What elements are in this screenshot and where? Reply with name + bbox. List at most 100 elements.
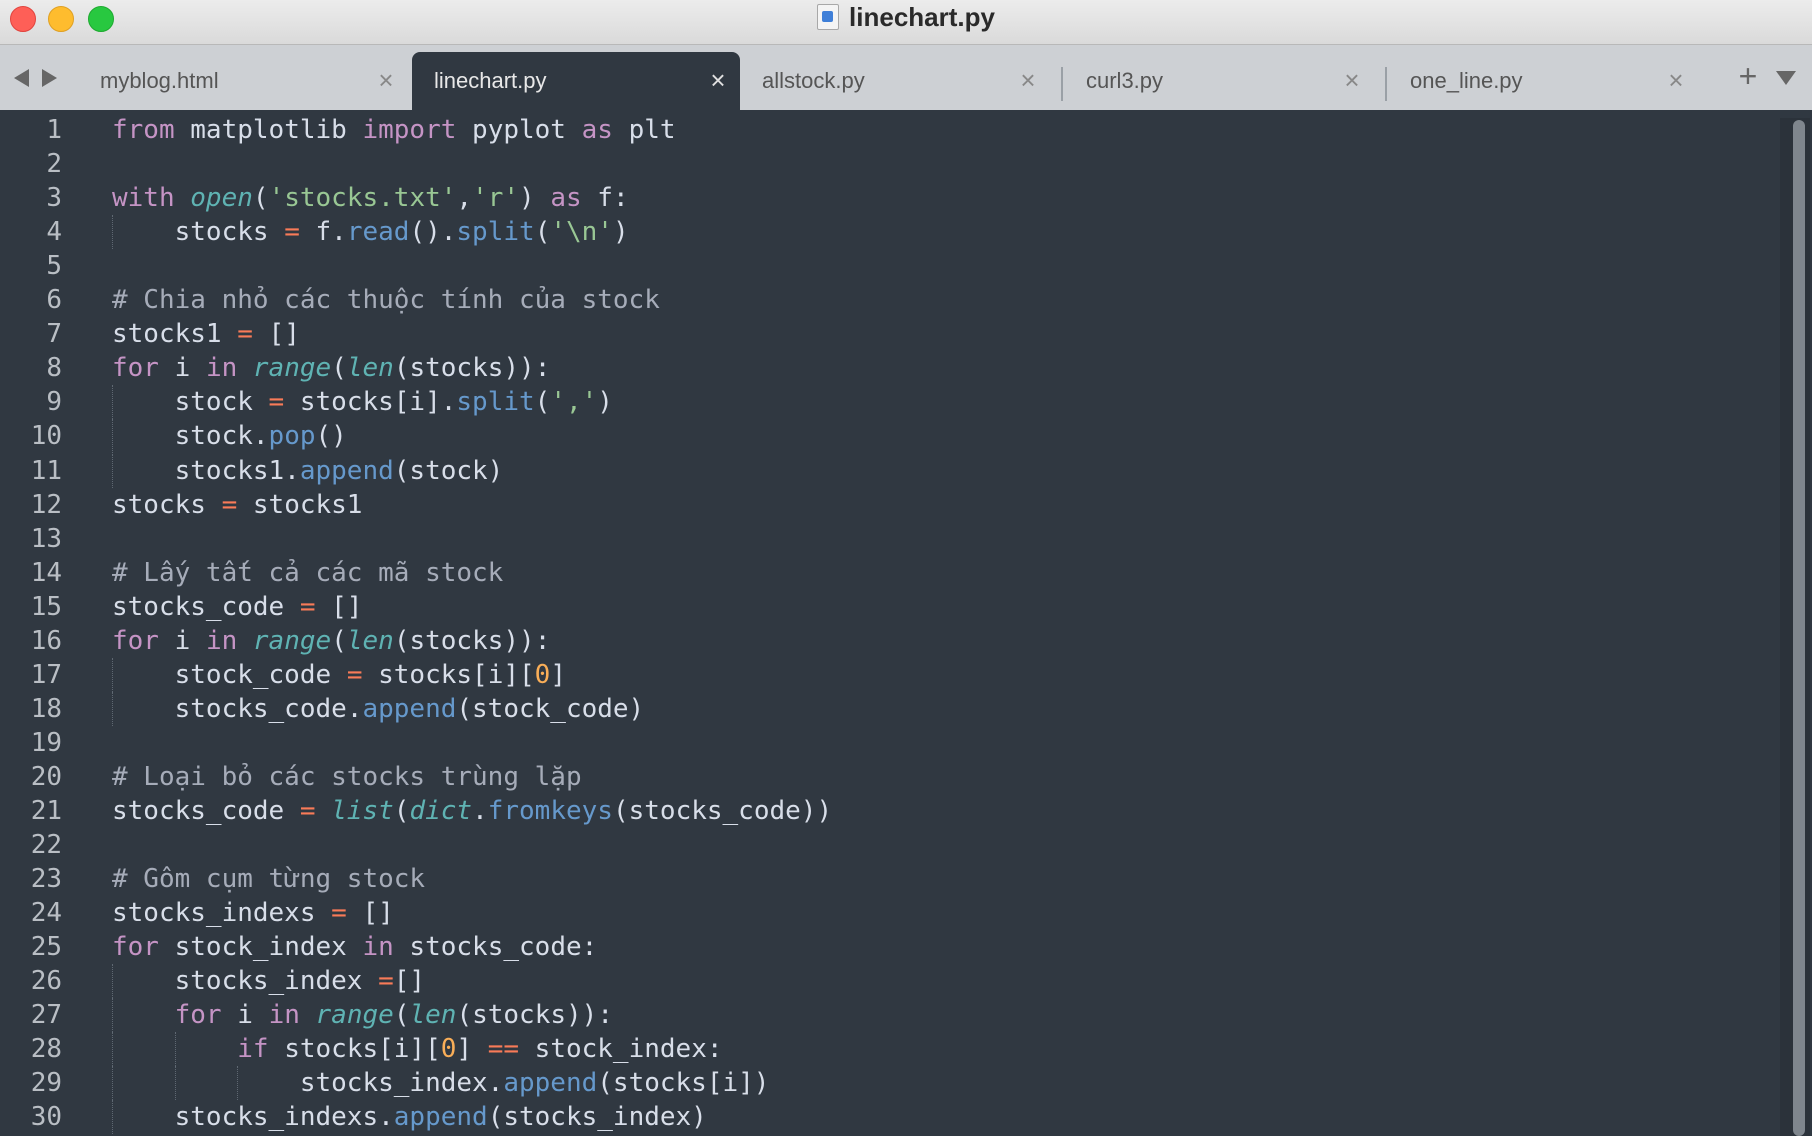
code-line[interactable]: with open('stocks.txt','r') as f:: [112, 181, 629, 215]
tab-curl3-py[interactable]: curl3.py ×: [1064, 52, 1374, 110]
indent-guide: [237, 1066, 239, 1101]
code-token: # Lấy tất cả các mã stock: [112, 557, 504, 588]
code-line[interactable]: stocks1 = []: [112, 317, 300, 351]
indent-guide: [112, 1066, 113, 1101]
tab-close-icon[interactable]: ×: [1662, 66, 1690, 94]
code-token: ): [597, 387, 613, 418]
code-line[interactable]: # Lấy tất cả các mã stock: [112, 556, 503, 590]
code-token: stocks: [112, 489, 222, 520]
code-token: stocks_indexs: [112, 898, 332, 929]
code-line[interactable]: stocks = stocks1: [112, 488, 362, 522]
line-number: 23: [30, 864, 62, 895]
line-number: 22: [30, 830, 62, 861]
line-number: 10: [30, 421, 62, 452]
code-line[interactable]: if stocks[i][0] == stock_index:: [112, 1032, 723, 1066]
code-token: len: [346, 353, 394, 384]
code-line[interactable]: stocks_code = []: [112, 590, 362, 624]
line-number: 11: [30, 455, 62, 486]
code-line[interactable]: stocks_code = list(dict.fromkeys(stocks_…: [112, 794, 832, 828]
code-token: for: [174, 1000, 222, 1031]
line-number: 19: [30, 727, 62, 758]
code-line[interactable]: stocks_indexs = []: [112, 896, 394, 930]
tab-linechart-py[interactable]: linechart.py ×: [412, 52, 740, 110]
line-number: 7: [46, 319, 62, 350]
code-token: ]: [456, 1034, 488, 1065]
window-title-text: linechart.py: [849, 1, 995, 32]
code-line[interactable]: stocks1.append(stock): [112, 454, 504, 488]
code-line[interactable]: for i in range(len(stocks)):: [112, 351, 550, 385]
line-number: 16: [30, 625, 62, 656]
tab-label: allstock.py: [762, 68, 865, 93]
code-token: stock_index: [158, 932, 363, 963]
code-line[interactable]: for i in range(len(stocks)):: [112, 998, 613, 1032]
code-line[interactable]: stock = stocks[i].split(','): [112, 385, 613, 419]
code-token: (stocks)):: [456, 1000, 613, 1031]
tab-label: linechart.py: [434, 68, 547, 93]
line-number: 8: [46, 353, 62, 384]
tab-close-icon[interactable]: ×: [704, 66, 732, 94]
code-line[interactable]: stock_code = stocks[i][0]: [112, 658, 566, 692]
line-number: 21: [30, 796, 62, 826]
code-token: 0: [534, 659, 551, 690]
new-tab-plus-icon[interactable]: +: [1733, 60, 1763, 92]
tab-myblog-html[interactable]: myblog.html ×: [78, 52, 408, 110]
code-token: ==: [487, 1034, 520, 1065]
code-token: append: [362, 693, 457, 724]
tab-back-arrow-icon[interactable]: [14, 69, 29, 87]
code-token: stocks_code:: [393, 932, 598, 963]
line-number: 12: [30, 489, 62, 520]
code-line[interactable]: from matplotlib import pyplot as plt: [112, 113, 676, 147]
code-line[interactable]: stocks_code.append(stock_code): [112, 692, 645, 726]
code-line[interactable]: for i in range(len(stocks)):: [112, 624, 550, 658]
code-token: stocks_code: [112, 591, 300, 622]
code-token: stocks_indexs.: [112, 1102, 394, 1133]
line-number: 20: [30, 761, 62, 792]
code-token: split: [456, 217, 535, 248]
tab-label: curl3.py: [1086, 68, 1164, 93]
code-token: open: [190, 183, 253, 214]
tab-forward-arrow-icon[interactable]: [42, 69, 57, 87]
code-token: len: [346, 625, 394, 656]
code-line[interactable]: stocks_index =[]: [112, 964, 425, 998]
indent-guide: [112, 1032, 113, 1067]
code-token: =: [221, 489, 238, 520]
tab-close-icon[interactable]: ×: [1338, 66, 1366, 94]
code-token: (stocks)):: [393, 353, 551, 384]
code-line[interactable]: for stock_index in stocks_code:: [112, 930, 597, 964]
line-number: 4: [46, 217, 62, 248]
code-line[interactable]: # Chia nhỏ các thuộc tính của stock: [112, 283, 660, 317]
code-token: stocks_code: [112, 796, 300, 826]
tab-allstock-py[interactable]: allstock.py ×: [740, 52, 1050, 110]
code-token: (stocks_code)): [612, 796, 833, 826]
code-token: (: [393, 1000, 410, 1031]
line-number: 14: [30, 557, 62, 588]
code-token: stock_index:: [519, 1034, 723, 1065]
code-token: append: [393, 1102, 488, 1133]
code-token: range: [315, 1000, 394, 1031]
code-token: (stock): [393, 455, 504, 486]
line-number: 27: [30, 1000, 62, 1031]
vertical-scrollbar-thumb[interactable]: [1793, 120, 1805, 1136]
code-line[interactable]: stocks_indexs.append(stocks_index): [112, 1100, 707, 1134]
tab-one-line-py[interactable]: one_line.py ×: [1388, 52, 1698, 110]
code-token: # Chia nhỏ các thuộc tính của stock: [112, 285, 660, 316]
code-line[interactable]: stocks_index.append(stocks[i]): [112, 1066, 770, 1100]
tab-close-icon[interactable]: ×: [1014, 66, 1042, 94]
code-line[interactable]: stocks = f.read().split('\n'): [112, 215, 629, 249]
tab-close-icon[interactable]: ×: [372, 66, 400, 94]
tab-list-dropdown-icon[interactable]: [1776, 71, 1796, 85]
tab-divider: [1061, 67, 1063, 101]
code-token: =: [237, 319, 253, 350]
code-token: stocks: [112, 217, 285, 248]
indent-guide: [112, 385, 113, 420]
line-number: 15: [30, 591, 62, 622]
code-token: =: [268, 387, 285, 418]
code-token: []: [346, 898, 394, 929]
code-line[interactable]: # Loại bỏ các stocks trùng lặp: [112, 760, 582, 794]
code-line[interactable]: stock.pop(): [112, 419, 347, 453]
code-token: split: [456, 387, 535, 418]
code-editor[interactable]: 1 2 3 4 5 6 7 8 9 10 11 12 13 14 15 16 17 18 19 20 21 22 23 24 2…: [0, 110, 1812, 1136]
code-line[interactable]: # Gôm cụm từng stock: [112, 862, 425, 896]
